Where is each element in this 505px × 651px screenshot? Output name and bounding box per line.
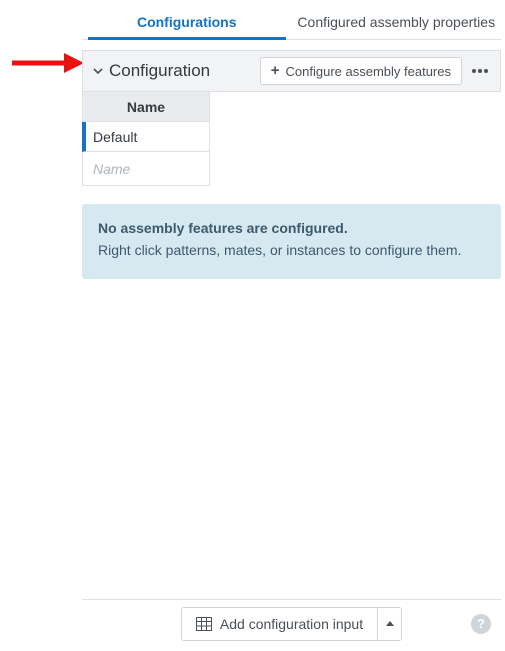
add-configuration-input-button[interactable]: Add configuration input <box>181 607 402 641</box>
button-label: Add configuration input <box>220 616 363 632</box>
table-row[interactable]: Default <box>82 122 210 152</box>
config-table: Name Default <box>82 92 501 186</box>
tab-bar: Configurations Configured assembly prope… <box>82 4 501 40</box>
table-cell-value: Default <box>93 129 137 145</box>
configure-assembly-features-button[interactable]: + Configure assembly features <box>260 57 462 85</box>
info-notice: No assembly features are configured. Rig… <box>82 204 501 279</box>
panel-footer: Add configuration input ? <box>82 599 501 647</box>
ellipsis-icon <box>472 69 488 73</box>
caret-up-icon <box>385 619 395 629</box>
new-config-name-input[interactable] <box>83 152 209 185</box>
table-row-new <box>82 152 210 186</box>
chevron-down-icon[interactable] <box>91 64 105 78</box>
more-menu-button[interactable] <box>468 57 492 85</box>
notice-title: No assembly features are configured. <box>98 218 485 238</box>
table-icon <box>196 617 212 631</box>
callout-arrow <box>12 52 84 74</box>
help-icon: ? <box>477 616 485 631</box>
button-label: Configure assembly features <box>286 64 451 79</box>
plus-icon: + <box>271 62 280 79</box>
configuration-section-header: Configuration + Configure assembly featu… <box>82 50 501 92</box>
tab-label: Configured assembly properties <box>297 14 495 30</box>
notice-body: Right click patterns, mates, or instance… <box>98 240 485 260</box>
table-column-header-name: Name <box>82 92 210 122</box>
section-title: Configuration <box>109 61 210 81</box>
tab-configurations[interactable]: Configurations <box>82 4 292 39</box>
add-configuration-input-dropdown[interactable] <box>377 608 401 640</box>
panel-content: Configuration + Configure assembly featu… <box>82 40 501 599</box>
tab-label: Configurations <box>137 14 237 30</box>
configurations-panel: Configurations Configured assembly prope… <box>82 4 501 647</box>
help-button[interactable]: ? <box>471 614 491 634</box>
tab-configured-properties[interactable]: Configured assembly properties <box>292 4 502 39</box>
